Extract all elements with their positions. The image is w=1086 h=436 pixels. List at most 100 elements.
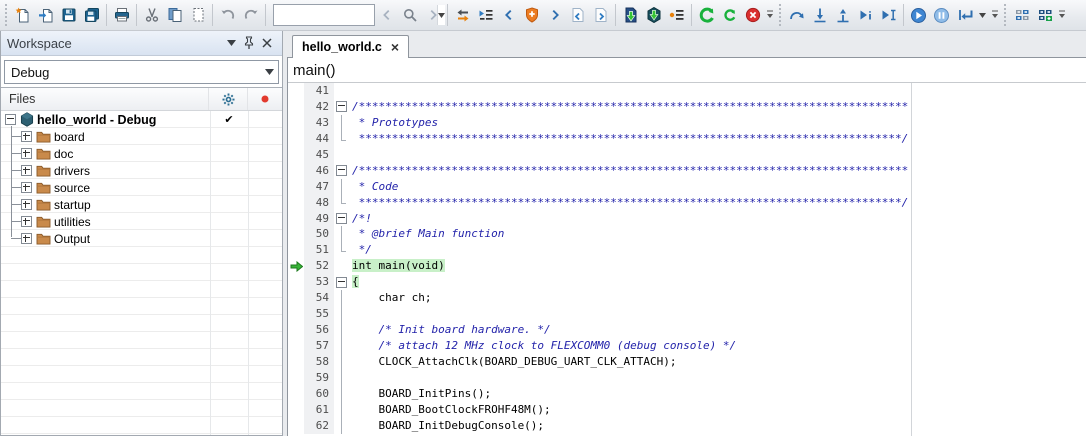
print-button[interactable] <box>110 3 133 27</box>
breakpoint-margin[interactable] <box>288 386 304 402</box>
code-text[interactable]: /***************************************… <box>348 163 1086 179</box>
toolbar-overflow-button[interactable] <box>989 3 1001 27</box>
workspace-title-bar[interactable]: Workspace <box>1 31 282 56</box>
next-bookmark-button[interactable] <box>543 3 566 27</box>
step-into-button[interactable] <box>808 3 831 27</box>
fold-toggle[interactable] <box>334 274 348 290</box>
tab-close-icon[interactable]: × <box>391 42 399 52</box>
code-text[interactable]: * @brief Main function <box>348 226 1086 242</box>
breakpoint-margin[interactable] <box>288 147 304 163</box>
code-text[interactable] <box>348 306 1086 322</box>
batch-build-button[interactable] <box>665 3 688 27</box>
tree-row-folder-output[interactable]: Output <box>1 230 282 247</box>
code-text[interactable]: */ <box>348 242 1086 258</box>
code-text[interactable]: /***************************************… <box>348 99 1086 115</box>
previous-page-button[interactable] <box>566 3 589 27</box>
status-column-header[interactable] <box>248 88 282 110</box>
save-button[interactable] <box>57 3 80 27</box>
expand-expander[interactable] <box>21 131 32 142</box>
fold-toggle[interactable] <box>334 211 348 227</box>
open-document-button[interactable] <box>34 3 57 27</box>
function-context-bar[interactable]: main() <box>288 58 1086 83</box>
fold-toggle[interactable] <box>334 99 348 115</box>
code-text[interactable]: * Code <box>348 179 1086 195</box>
breakpoint-margin[interactable] <box>288 322 304 338</box>
breakpoint-margin[interactable] <box>288 402 304 418</box>
options-column-header[interactable] <box>209 88 248 110</box>
save-all-button[interactable] <box>80 3 103 27</box>
stop-debugging-dropdown[interactable] <box>976 3 989 27</box>
cut-button[interactable] <box>140 3 163 27</box>
find-previous-button[interactable] <box>375 3 398 27</box>
configuration-dropdown[interactable]: Debug <box>4 60 279 84</box>
breakpoint-margin[interactable] <box>288 195 304 211</box>
expand-expander[interactable] <box>21 233 32 244</box>
tree-row-folder-board[interactable]: board <box>1 128 282 145</box>
break-button[interactable] <box>930 3 953 27</box>
find-button[interactable] <box>398 3 421 27</box>
fold-collapse-box[interactable] <box>336 277 347 288</box>
run-to-cursor-button[interactable] <box>877 3 900 27</box>
breakpoint-margin[interactable] <box>288 274 304 290</box>
next-page-button[interactable] <box>589 3 612 27</box>
files-column-header[interactable]: Files <box>1 88 209 110</box>
tree-row-folder-doc[interactable]: doc <box>1 145 282 162</box>
debug-toolbar-grip[interactable] <box>778 4 783 26</box>
code-text[interactable]: /* Init board hardware. */ <box>348 322 1086 338</box>
step-over-button[interactable] <box>785 3 808 27</box>
fold-collapse-box[interactable] <box>336 101 347 112</box>
breakpoint-margin[interactable] <box>288 290 304 306</box>
code-text[interactable]: /* attach 12 MHz clock to FLEXCOMM0 (deb… <box>348 338 1086 354</box>
make-button[interactable] <box>619 3 642 27</box>
step-out-button[interactable] <box>831 3 854 27</box>
find-next-button[interactable] <box>421 3 444 27</box>
next-statement-button[interactable] <box>854 3 877 27</box>
breakpoint-margin[interactable] <box>288 131 304 147</box>
breakpoint-margin[interactable] <box>288 179 304 195</box>
breakpoint-margin[interactable] <box>288 99 304 115</box>
fold-toggle[interactable] <box>334 163 348 179</box>
collapse-expander[interactable] <box>5 114 16 125</box>
tree-row-folder-source[interactable]: source <box>1 179 282 196</box>
expand-expander[interactable] <box>21 199 32 210</box>
code-text[interactable]: ****************************************… <box>348 131 1086 147</box>
toolbar-overflow-button[interactable] <box>764 3 776 27</box>
toolbar-grip[interactable] <box>4 4 9 26</box>
breakpoint-margin[interactable] <box>288 163 304 179</box>
go-to-function-button[interactable] <box>474 3 497 27</box>
breakpoint-margin[interactable] <box>288 83 304 99</box>
toolbar-overflow-button[interactable] <box>1056 3 1068 27</box>
configuration-dropdown-button[interactable] <box>261 61 278 83</box>
tree-row-folder-utilities[interactable]: utilities <box>1 213 282 230</box>
breakpoint-margin[interactable] <box>288 211 304 227</box>
symbolic-memory-window-button[interactable] <box>1033 3 1056 27</box>
stop-debugging-button[interactable] <box>953 3 976 27</box>
paste-button[interactable] <box>186 3 209 27</box>
code-area[interactable]: 4142/***********************************… <box>288 83 1086 436</box>
expand-expander[interactable] <box>21 216 32 227</box>
memory-toolbar-grip[interactable] <box>1003 4 1008 26</box>
code-text[interactable] <box>348 147 1086 163</box>
compile-button[interactable] <box>695 3 718 27</box>
code-text[interactable]: * Prototypes <box>348 115 1086 131</box>
undo-button[interactable] <box>216 3 239 27</box>
tree-row-folder-startup[interactable]: startup <box>1 196 282 213</box>
code-text[interactable]: BOARD_InitPins(); <box>348 386 1086 402</box>
code-text[interactable] <box>348 370 1086 386</box>
code-text[interactable]: BOARD_InitDebugConsole(); <box>348 418 1086 434</box>
copy-button[interactable] <box>163 3 186 27</box>
breakpoint-margin[interactable] <box>288 306 304 322</box>
download-and-debug-button[interactable] <box>642 3 665 27</box>
code-text[interactable]: int main(void) <box>348 258 1086 274</box>
breakpoint-margin[interactable] <box>288 226 304 242</box>
previous-bookmark-button[interactable] <box>497 3 520 27</box>
tab-hello-world-c[interactable]: hello_world.c × <box>292 35 409 58</box>
expand-expander[interactable] <box>21 165 32 176</box>
workspace-menu-button[interactable] <box>222 34 240 52</box>
breakpoint-margin[interactable] <box>288 370 304 386</box>
code-text[interactable] <box>348 83 1086 99</box>
code-text[interactable]: char ch; <box>348 290 1086 306</box>
compile-file-button[interactable] <box>718 3 741 27</box>
tree-row-folder-drivers[interactable]: drivers <box>1 162 282 179</box>
workspace-pin-button[interactable] <box>240 34 258 52</box>
